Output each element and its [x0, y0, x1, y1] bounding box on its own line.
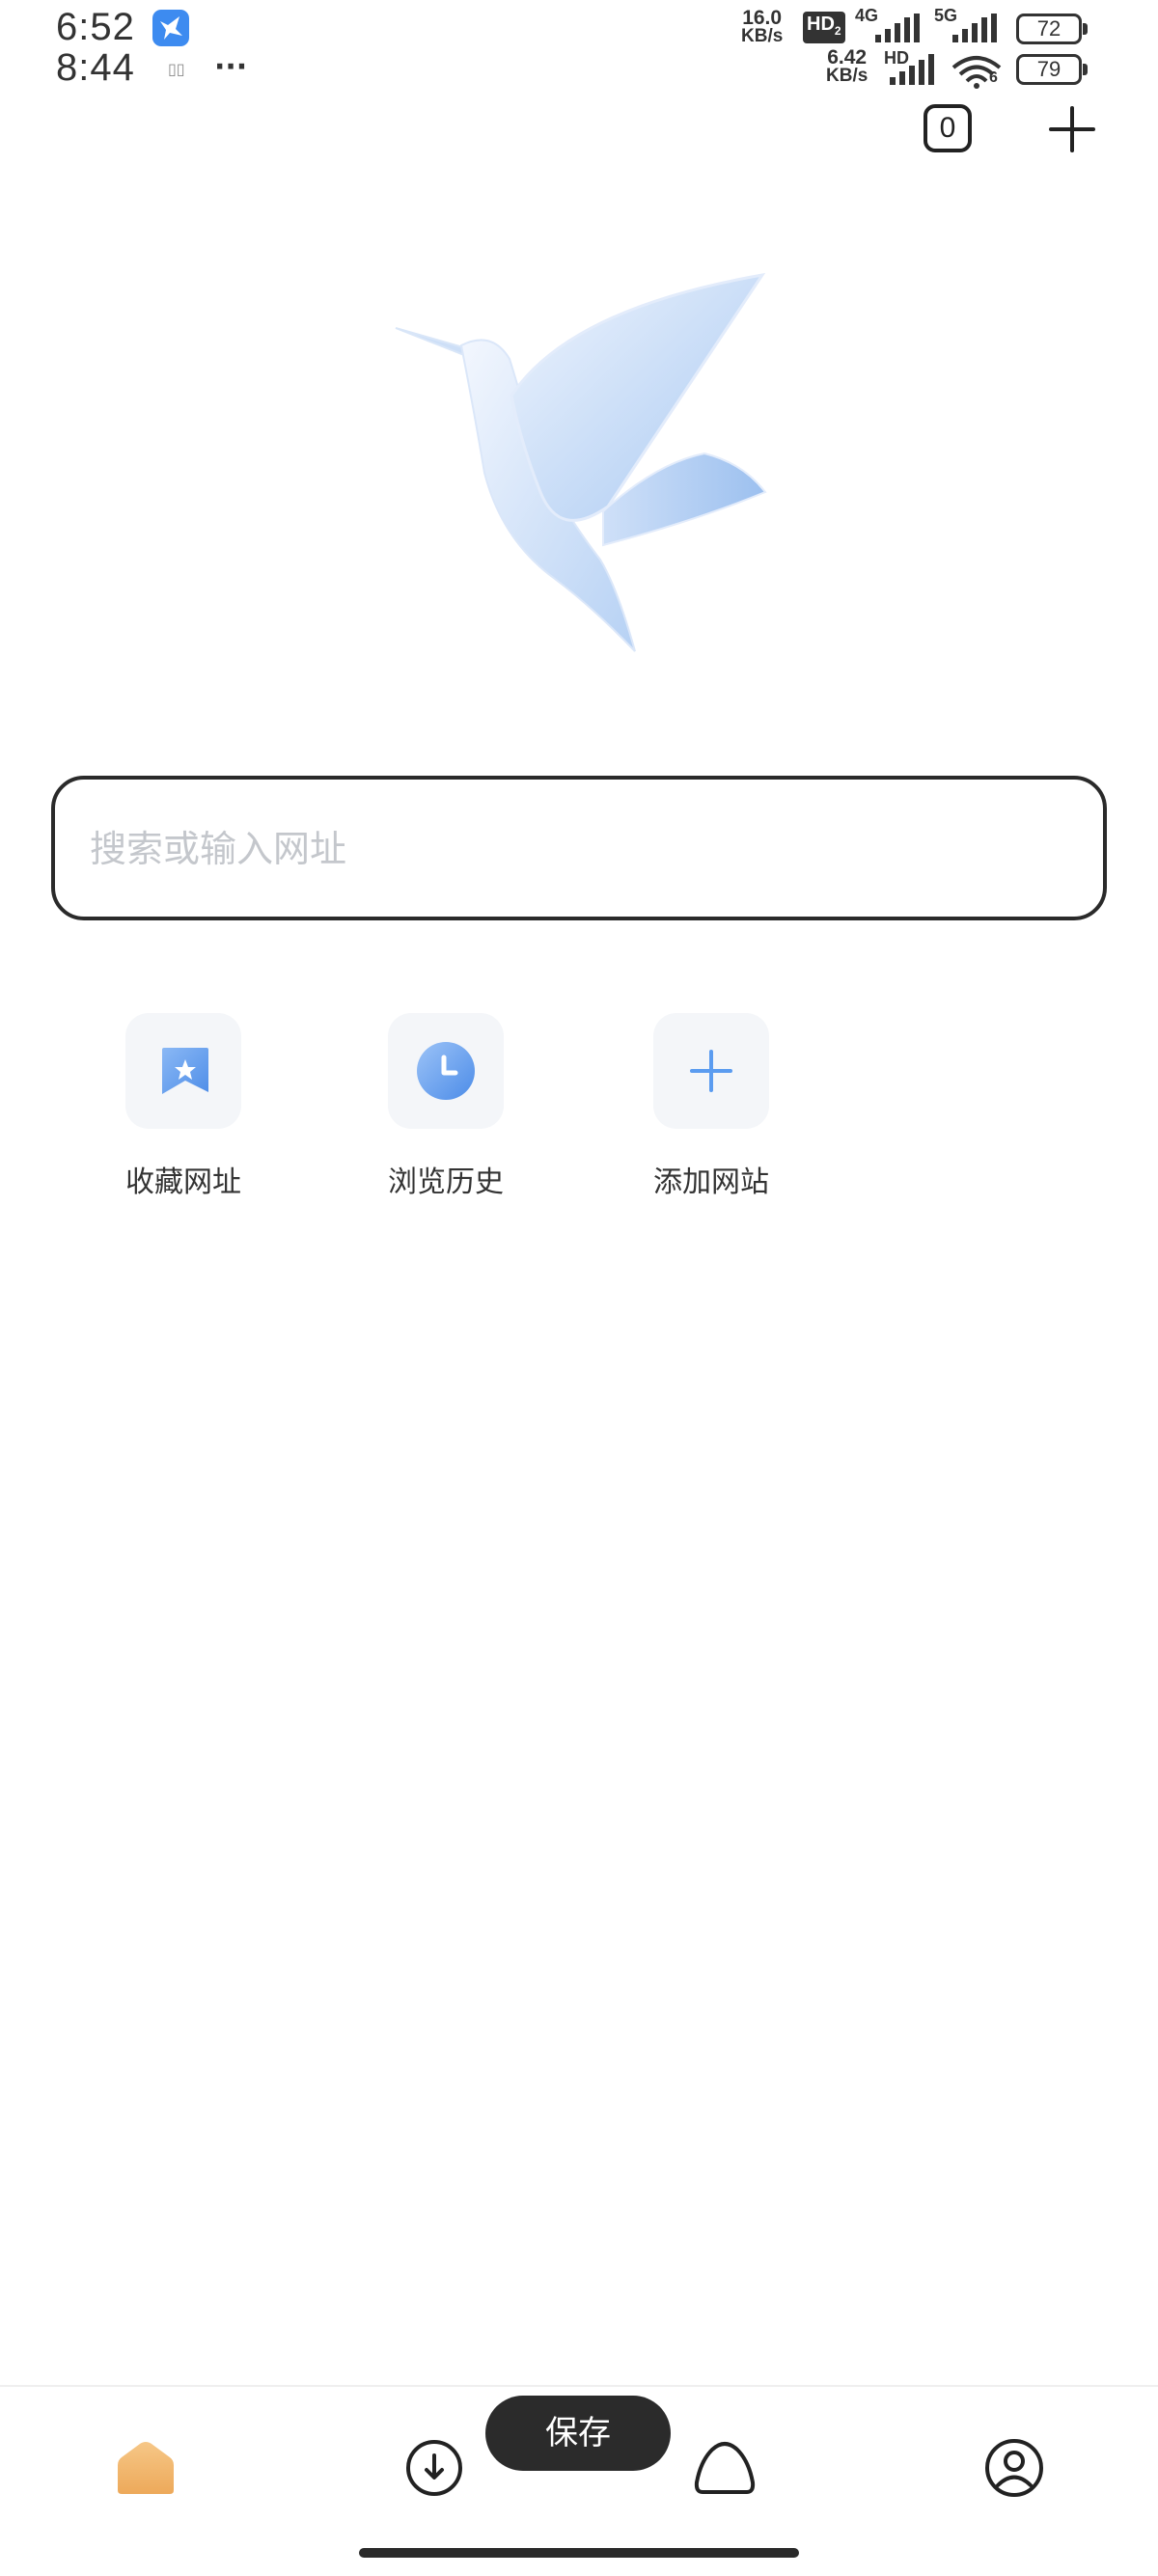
status-time: 8:44: [56, 46, 135, 89]
network-speed-1: 16.0 KB/s: [741, 7, 784, 46]
hummingbird-logo: [386, 270, 772, 656]
signal-icon: [952, 14, 997, 42]
status-time: 6:52: [56, 6, 135, 48]
nav-profile[interactable]: [980, 2434, 1048, 2502]
quick-link-history[interactable]: 浏览历史: [373, 1013, 518, 1216]
wifi-version-label: 6: [989, 69, 998, 86]
network-speed-2: 6.42 KB/s: [826, 46, 868, 86]
new-tab-button[interactable]: [1047, 104, 1097, 154]
more-notifications-icon: ···: [214, 50, 248, 84]
download-icon: [406, 2440, 462, 2496]
home-icon: [118, 2442, 174, 2494]
bottom-nav-divider: [0, 2385, 1158, 2387]
nav-downloads[interactable]: [400, 2434, 468, 2502]
quick-link-icon-box: [653, 1013, 769, 1129]
quick-link-label: 收藏网址: [125, 1165, 241, 1199]
save-toast[interactable]: 保存: [485, 2396, 671, 2471]
nav-cloud[interactable]: [691, 2434, 758, 2502]
search-bar[interactable]: [51, 776, 1107, 920]
battery-indicator: 72: [1016, 14, 1088, 44]
nav-home[interactable]: [112, 2434, 179, 2502]
plus-icon: [690, 1050, 732, 1092]
signal-icon: [890, 54, 934, 85]
notification-icon: ▯▯: [168, 60, 185, 78]
cloud-icon: [694, 2442, 756, 2494]
battery-indicator: 79: [1016, 54, 1088, 85]
quick-link-icon-box: [125, 1013, 241, 1129]
app-bird-icon: [152, 10, 189, 46]
hd-badge: HD2: [803, 12, 845, 43]
clock-icon: [417, 1042, 475, 1100]
signal-icon: [875, 14, 920, 42]
bookmark-star-icon: [162, 1048, 208, 1094]
quick-link-bookmarks[interactable]: 收藏网址: [111, 1013, 256, 1216]
search-input[interactable]: [88, 780, 1057, 918]
user-icon: [985, 2439, 1043, 2497]
quick-link-add-site[interactable]: 添加网站: [639, 1013, 784, 1216]
plus-icon: [1049, 106, 1095, 152]
quick-link-label: 添加网站: [653, 1165, 769, 1199]
home-indicator[interactable]: [359, 2548, 799, 2558]
quick-link-icon-box: [388, 1013, 504, 1129]
quick-link-label: 浏览历史: [388, 1165, 504, 1199]
tab-count-button[interactable]: 0: [924, 104, 972, 152]
